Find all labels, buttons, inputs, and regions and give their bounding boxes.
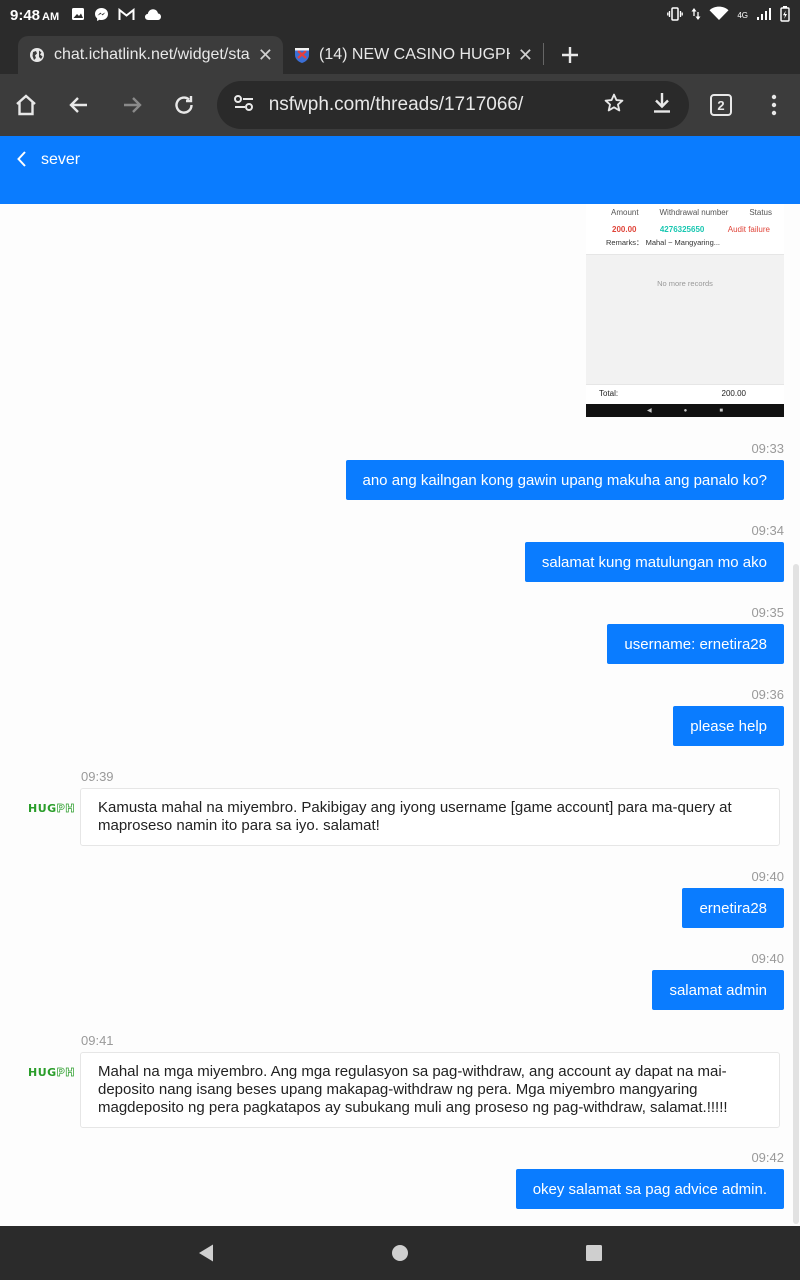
outgoing-message[interactable]: salamat kung matulungan mo ako (524, 542, 784, 582)
menu-button[interactable] (747, 81, 800, 129)
new-tab-button[interactable] (548, 36, 592, 74)
circle-home-icon (392, 1245, 408, 1261)
site-settings-icon[interactable] (233, 93, 255, 118)
message-time: 09:42 (751, 1150, 784, 1165)
globe-icon (28, 46, 46, 64)
network-type: 4G (737, 10, 748, 20)
record-row: 200.00 4276325650 Audit failure (586, 217, 784, 234)
outgoing-message[interactable]: username: ernetira28 (607, 624, 784, 664)
message-time: 09:41 (81, 1033, 114, 1048)
message-time: 09:34 (751, 523, 784, 538)
forward-button[interactable] (105, 81, 158, 129)
no-more-records: No more records (657, 279, 713, 288)
arrow-right-icon (123, 97, 142, 113)
message-time: 09:35 (751, 605, 784, 620)
image-icon (71, 7, 85, 23)
reload-button[interactable] (158, 81, 211, 129)
signal-icon (756, 7, 772, 24)
bookmark-star-icon[interactable] (603, 92, 625, 119)
chat-header: sever (0, 136, 800, 204)
vibrate-icon (667, 6, 684, 24)
outgoing-message[interactable]: please help (673, 706, 784, 746)
records-total: Total: 200.00 (586, 384, 784, 404)
tab-switcher-button[interactable]: 2 (695, 81, 748, 129)
agent-avatar: HUGPH (28, 802, 75, 816)
wifi-icon (709, 6, 729, 24)
outgoing-message[interactable]: okey salamat sa pag advice admin. (515, 1169, 784, 1209)
screenshot-nav-bar: ◀ ● ■ (586, 404, 784, 417)
messenger-icon (94, 7, 109, 24)
reload-icon (175, 96, 194, 114)
scrollbar[interactable] (793, 564, 799, 1224)
image-message[interactable]: Amount Withdrawal number Status 200.00 4… (586, 204, 784, 417)
tab-strip: chat.ichatlink.net/widget/sta ✕ (14) NEW… (0, 30, 800, 74)
browser-toolbar: nsfwph.com/threads/1717066/ 2 (0, 74, 800, 136)
back-button[interactable] (53, 81, 106, 129)
battery-icon (780, 5, 790, 25)
gmail-icon (118, 7, 135, 23)
message-time: 09:40 (751, 869, 784, 884)
tab-title: chat.ichatlink.net/widget/sta (54, 46, 250, 63)
nav-back-button[interactable] (194, 1241, 218, 1265)
tab-casino-hugph[interactable]: (14) NEW CASINO HUGPH | n ✕ (283, 36, 543, 74)
home-icon (16, 94, 37, 116)
chat-messages[interactable]: Amount Withdrawal number Status 200.00 4… (0, 204, 800, 1226)
close-tab-icon[interactable]: ✕ (518, 45, 533, 66)
url-text[interactable]: nsfwph.com/threads/1717066/ (269, 94, 603, 116)
status-bar: 9:48 AM 4G (0, 0, 800, 30)
tab-count: 2 (710, 94, 733, 116)
record-remarks: Remarks： Mahal ~ Mangyaring... (586, 234, 784, 255)
tab-title: (14) NEW CASINO HUGPH | n (319, 46, 510, 63)
outgoing-message[interactable]: ernetira28 (682, 888, 784, 928)
data-arrows-icon (691, 7, 701, 24)
home-button[interactable] (0, 81, 53, 129)
close-tab-icon[interactable]: ✕ (258, 45, 273, 66)
nav-home-button[interactable] (388, 1241, 412, 1265)
chevron-left-icon[interactable] (16, 150, 28, 174)
contact-name: sever (41, 151, 81, 168)
incoming-message[interactable]: Kamusta mahal na miyembro. Pakibigay ang… (80, 788, 780, 846)
arrow-left-icon (69, 97, 87, 113)
cloud-icon (144, 8, 162, 23)
incoming-message[interactable]: Mahal na mga miyembro. Ang mga regulasyo… (80, 1052, 780, 1128)
plus-icon (562, 47, 578, 63)
more-vert-icon (771, 94, 776, 116)
square-recents-icon (586, 1245, 602, 1261)
agent-avatar: HUGPH (28, 1066, 75, 1080)
message-time: 09:36 (751, 687, 784, 702)
message-time: 09:40 (751, 951, 784, 966)
outgoing-message[interactable]: ano ang kailngan kong gawin upang makuha… (345, 460, 784, 500)
system-nav-bar (0, 1226, 800, 1280)
outgoing-message[interactable]: salamat admin (652, 970, 784, 1010)
address-bar[interactable]: nsfwph.com/threads/1717066/ (216, 81, 689, 129)
triangle-back-icon (199, 1244, 213, 1262)
shield-favicon-icon (293, 46, 311, 64)
tab-divider (543, 43, 544, 65)
record-headers: Amount Withdrawal number Status (586, 204, 784, 217)
nav-recents-button[interactable] (582, 1241, 606, 1265)
tab-chat-widget[interactable]: chat.ichatlink.net/widget/sta ✕ (18, 36, 283, 74)
clock: 9:48 AM (10, 6, 60, 24)
download-icon[interactable] (651, 91, 673, 120)
message-time: 09:39 (81, 769, 114, 784)
message-time: 09:33 (751, 441, 784, 456)
